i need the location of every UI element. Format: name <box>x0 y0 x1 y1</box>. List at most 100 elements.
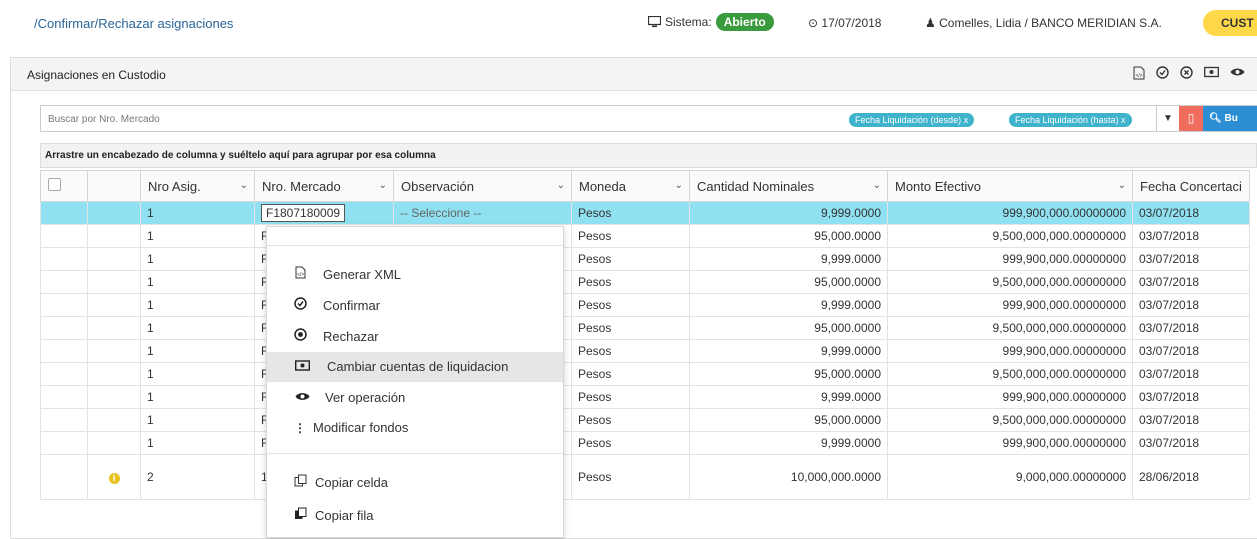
cell-cantidad-nominales[interactable]: 95,000.0000 <box>689 224 888 248</box>
cell-cantidad-nominales[interactable]: 9,999.0000 <box>689 201 888 225</box>
cell-monto-efectivo[interactable]: 9,500,000,000.00000000 <box>887 362 1133 386</box>
cell-nro-asig[interactable]: 1 <box>140 201 255 225</box>
cell-moneda[interactable]: Pesos <box>571 224 690 248</box>
table-row[interactable]: 1 F Pesos 9,999.0000 999,900,000.00000000 03/… <box>40 385 1250 409</box>
chevron-down-icon[interactable]: ⌄ <box>1118 180 1126 191</box>
mercado-edit-cell[interactable]: F1807180009 <box>261 204 346 222</box>
chevron-down-icon[interactable]: ⌄ <box>873 180 881 191</box>
cell-monto-efectivo[interactable]: 9,500,000,000.00000000 <box>887 408 1133 432</box>
cell-nro-asig[interactable]: 1 <box>140 408 255 432</box>
column-header-observacion[interactable]: Observación ⌄ <box>393 170 572 202</box>
cell-monto-efectivo[interactable]: 9,500,000,000.00000000 <box>887 224 1133 248</box>
row-checkbox-cell[interactable] <box>40 247 88 271</box>
select-all-checkbox[interactable] <box>48 178 61 191</box>
info-icon[interactable]: i <box>108 473 120 484</box>
chevron-down-icon[interactable]: ⌄ <box>240 180 248 191</box>
cell-cantidad-nominales[interactable]: 95,000.0000 <box>689 270 888 294</box>
search-input[interactable] <box>41 106 830 133</box>
cell-nro-asig[interactable]: 2 <box>140 454 255 500</box>
menu-item-generar-xml[interactable]: </> Generar XML <box>267 260 563 290</box>
cell-moneda[interactable]: Pesos <box>571 201 690 225</box>
table-row[interactable]: 1 F Pesos 9,999.0000 999,900,000.00000000 03/… <box>40 293 1250 317</box>
cell-fecha-concertacion[interactable]: 03/07/2018 <box>1132 408 1250 432</box>
cell-fecha-concertacion[interactable]: 03/07/2018 <box>1132 385 1250 409</box>
menu-item-copiar-celda[interactable]: Copiar celda <box>267 468 563 498</box>
cell-nro-asig[interactable]: 1 <box>140 431 255 455</box>
cell-cantidad-nominales[interactable]: 9,999.0000 <box>689 339 888 363</box>
cell-monto-efectivo[interactable]: 999,900,000.00000000 <box>887 431 1133 455</box>
cell-moneda[interactable]: Pesos <box>571 270 690 294</box>
cell-fecha-concertacion[interactable]: 28/06/2018 <box>1132 454 1250 500</box>
column-header-fecha-concertacion[interactable]: Fecha Concertaci <box>1132 170 1250 202</box>
table-row[interactable]: 1 F1807180009 -- Seleccione -- Pesos 9,999.0… <box>40 201 1250 225</box>
cell-cantidad-nominales[interactable]: 9,999.0000 <box>689 293 888 317</box>
money-icon[interactable] <box>1204 66 1219 78</box>
row-checkbox-cell[interactable] <box>40 431 88 455</box>
cell-monto-efectivo[interactable]: 999,900,000.00000000 <box>887 339 1133 363</box>
clear-filters-button[interactable]: ▯ <box>1179 106 1203 131</box>
select-all-header[interactable] <box>40 170 88 202</box>
x-circle-icon[interactable] <box>1180 66 1193 79</box>
column-header-monto-efectivo[interactable]: Monto Efectivo ⌄ <box>887 170 1133 202</box>
cell-monto-efectivo[interactable]: 9,000,000.00000000 <box>887 454 1133 500</box>
cell-cantidad-nominales[interactable]: 95,000.0000 <box>689 362 888 386</box>
row-checkbox-cell[interactable] <box>40 293 88 317</box>
filter-chip-fecha-desde[interactable]: Fecha Liquidación (desde) x <box>849 113 975 127</box>
table-row[interactable]: 1 F Pesos 95,000.0000 9,500,000,000.00000000… <box>40 224 1250 248</box>
table-row[interactable]: 1 F Pesos 95,000.0000 9,500,000,000.00000000… <box>40 316 1250 340</box>
cell-fecha-concertacion[interactable]: 03/07/2018 <box>1132 431 1250 455</box>
table-row[interactable]: 1 F Pesos 9,999.0000 999,900,000.00000000 03/… <box>40 247 1250 271</box>
cell-fecha-concertacion[interactable]: 03/07/2018 <box>1132 224 1250 248</box>
cell-moneda[interactable]: Pesos <box>571 431 690 455</box>
eye-icon[interactable] <box>1230 66 1245 78</box>
cell-moneda[interactable]: Pesos <box>571 293 690 317</box>
row-checkbox-cell[interactable] <box>40 224 88 248</box>
table-row[interactable]: 1 F Pesos 9,999.0000 999,900,000.00000000 03/… <box>40 431 1250 455</box>
group-drop-area[interactable]: Arrastre un encabezado de columna y suél… <box>40 143 1257 168</box>
cell-nro-asig[interactable]: 1 <box>140 224 255 248</box>
table-row[interactable]: i 2 1 Pesos 10,000,000.0000 9,000,000.0000000… <box>40 454 1250 500</box>
cell-fecha-concertacion[interactable]: 03/07/2018 <box>1132 270 1250 294</box>
observacion-select[interactable]: -- Seleccione -- <box>400 206 481 220</box>
row-checkbox-cell[interactable] <box>40 362 88 386</box>
cell-nro-asig[interactable]: 1 <box>140 339 255 363</box>
table-row[interactable]: 1 F Pesos 95,000.0000 9,500,000,000.00000000… <box>40 408 1250 432</box>
column-header-moneda[interactable]: Moneda ⌄ <box>571 170 690 202</box>
row-checkbox-cell[interactable] <box>40 316 88 340</box>
cell-cantidad-nominales[interactable]: 10,000,000.0000 <box>689 454 888 500</box>
row-checkbox-cell[interactable] <box>40 454 88 500</box>
cell-monto-efectivo[interactable]: 999,900,000.00000000 <box>887 201 1133 225</box>
breadcrumb[interactable]: /Confirmar/Rechazar asignaciones <box>34 16 233 31</box>
row-checkbox-cell[interactable] <box>40 385 88 409</box>
cell-moneda[interactable]: Pesos <box>571 408 690 432</box>
cell-cantidad-nominales[interactable]: 95,000.0000 <box>689 408 888 432</box>
cell-moneda[interactable]: Pesos <box>571 316 690 340</box>
row-checkbox-cell[interactable] <box>40 408 88 432</box>
cell-moneda[interactable]: Pesos <box>571 385 690 409</box>
cell-fecha-concertacion[interactable]: 03/07/2018 <box>1132 362 1250 386</box>
cell-fecha-concertacion[interactable]: 03/07/2018 <box>1132 316 1250 340</box>
menu-item-modificar-fondos[interactable]: ⋮ Modificar fondos <box>267 413 563 443</box>
menu-item-cambiar-cuentas[interactable]: Cambiar cuentas de liquidacion <box>267 352 563 382</box>
column-header-nro-asig[interactable]: Nro Asig. ⌄ <box>140 170 255 202</box>
menu-item-confirmar[interactable]: Confirmar <box>267 291 563 321</box>
cell-monto-efectivo[interactable]: 9,500,000,000.00000000 <box>887 270 1133 294</box>
cell-fecha-concertacion[interactable]: 03/07/2018 <box>1132 293 1250 317</box>
cell-nro-asig[interactable]: 1 <box>140 316 255 340</box>
cell-monto-efectivo[interactable]: 999,900,000.00000000 <box>887 385 1133 409</box>
menu-item-copiar-fila[interactable]: Copiar fila <box>267 501 563 531</box>
cell-cantidad-nominales[interactable]: 95,000.0000 <box>689 316 888 340</box>
cell-fecha-concertacion[interactable]: 03/07/2018 <box>1132 339 1250 363</box>
cell-nro-mercado[interactable]: F1807180009 <box>254 201 394 225</box>
menu-item-rechazar[interactable]: Rechazar <box>267 322 563 352</box>
cell-moneda[interactable]: Pesos <box>571 362 690 386</box>
cell-nro-asig[interactable]: 1 <box>140 293 255 317</box>
user-info[interactable]: ♟ Comelles, Lidia / BANCO MERIDIAN S.A. <box>925 16 1162 30</box>
menu-item-ver-operacion[interactable]: Ver operación <box>267 383 563 413</box>
cell-cantidad-nominales[interactable]: 9,999.0000 <box>689 431 888 455</box>
cell-cantidad-nominales[interactable]: 9,999.0000 <box>689 385 888 409</box>
cell-moneda[interactable]: Pesos <box>571 339 690 363</box>
cell-nro-asig[interactable]: 1 <box>140 362 255 386</box>
search-button[interactable]: 🔍︎ Bu <box>1203 106 1257 131</box>
cell-monto-efectivo[interactable]: 999,900,000.00000000 <box>887 247 1133 271</box>
